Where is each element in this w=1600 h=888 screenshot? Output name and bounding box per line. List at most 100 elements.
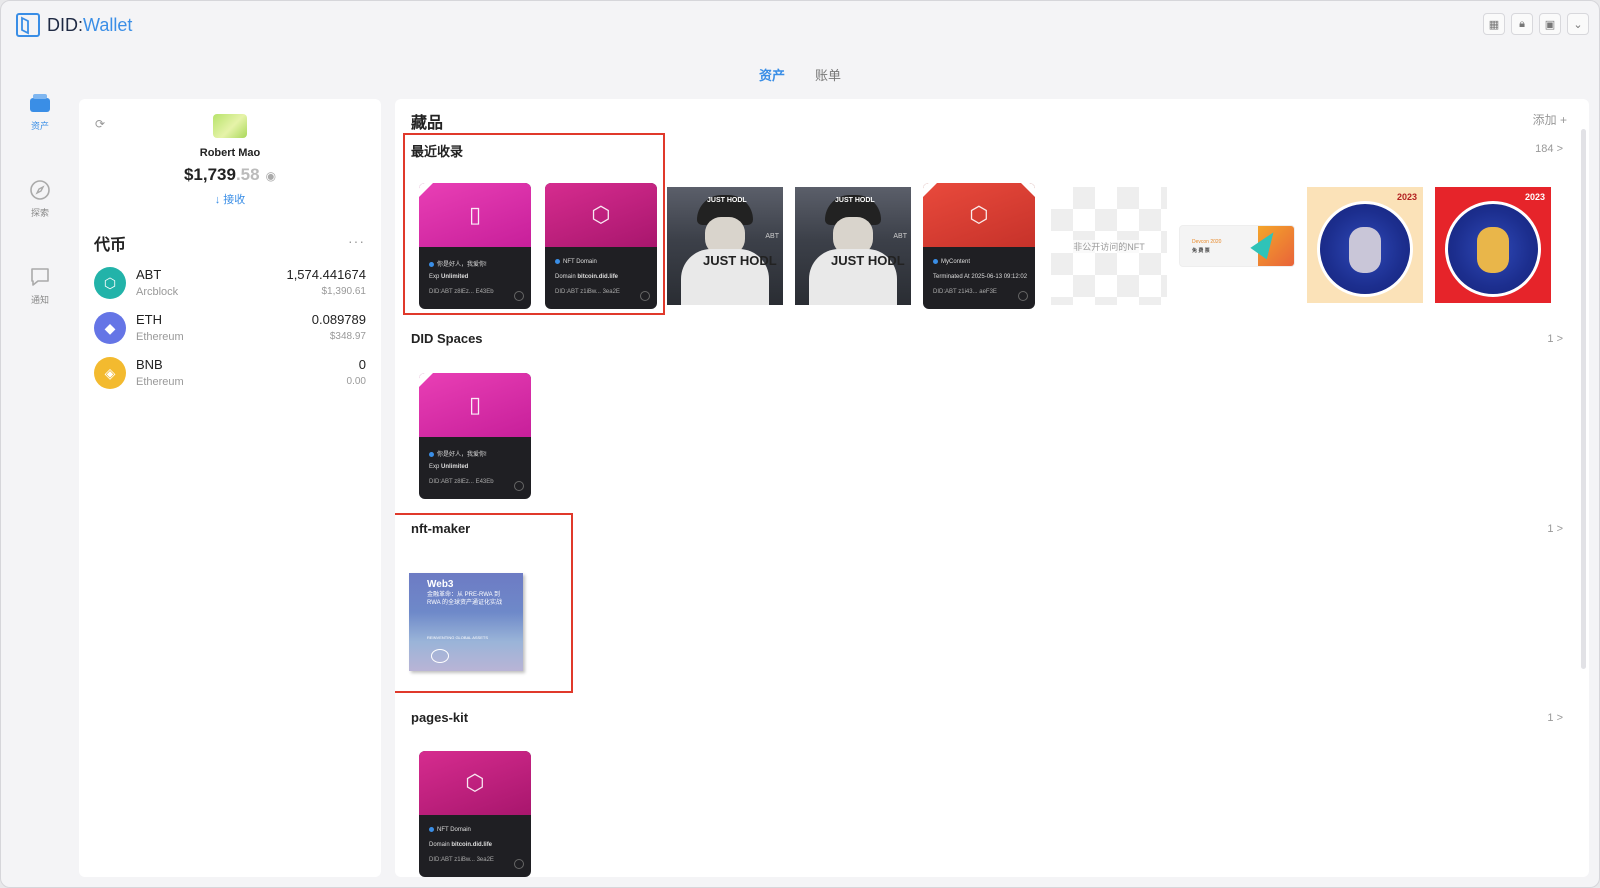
nft-card-domain[interactable]: ⬡ NFT Domain Domain bitcoin.did.life DID…	[419, 751, 531, 877]
compass-icon	[28, 178, 52, 202]
domain-hex-icon: ⬡	[465, 770, 485, 795]
window-controls: ▦ 🔒︎ ▣ ⌄	[1483, 13, 1589, 35]
nav-item-assets[interactable]: 资产	[19, 91, 61, 132]
nft-card-book[interactable]: Web3 金融革命：从 PRE-RWA 到 RWA 的全球资产通证化实战 REI…	[409, 573, 523, 671]
content-hex-icon: ⬡	[969, 202, 989, 227]
token-amount: 1,574.441674	[286, 267, 366, 282]
nft-card-content[interactable]: ⬡ MyContent Terminated At 2025-06-13 09:…	[923, 183, 1035, 309]
ape-tag: ABT	[765, 233, 779, 240]
token-row-bnb[interactable]: ◈ BNB Ethereum 0 0.00	[94, 355, 366, 395]
tab-assets[interactable]: 资产	[759, 63, 785, 86]
more-icon[interactable]: ···	[348, 233, 365, 249]
token-amount: 0	[358, 357, 366, 372]
card-value: bitcoin.did.life	[451, 842, 493, 848]
receive-label: 接收	[223, 194, 246, 206]
eth-logo-icon: ◆	[94, 312, 126, 344]
avatar[interactable]	[213, 114, 247, 138]
ape-tag: ABT	[893, 233, 907, 240]
tab-bills[interactable]: 账单	[815, 63, 841, 86]
app-logo[interactable]: DID:Wallet	[15, 12, 132, 38]
card-line-1: 你是好人，我爱你!	[429, 259, 487, 268]
card-corner	[923, 183, 937, 197]
token-chain: Ethereum	[136, 376, 184, 388]
section-count-recent[interactable]: 184 >	[1535, 143, 1563, 155]
token-symbol: BNB	[136, 357, 163, 372]
refresh-icon[interactable]: ⟳	[95, 117, 105, 131]
nav-item-notifications[interactable]: 通知	[19, 265, 61, 306]
nft-card-zodiac-2[interactable]: 2023	[1435, 187, 1551, 303]
did-space-icon: ▯	[468, 392, 482, 417]
token-symbol: ETH	[136, 312, 162, 327]
book-badge-icon	[431, 649, 449, 663]
nft-card-domain[interactable]: ⬡ NFT Domain Domain bitcoin.did.life DID…	[545, 183, 657, 309]
token-row-eth[interactable]: ◆ ETH Ethereum 0.089789 $348.97	[94, 310, 366, 350]
nft-card-did-space[interactable]: ▯ 你是好人，我爱你! Exp Unlimited DID:ABT z8lEz.…	[419, 183, 531, 309]
card-value: bitcoin.did.life	[577, 274, 619, 280]
token-usd-value: $1,390.61	[321, 286, 367, 297]
section-count-nft-maker[interactable]: 1 >	[1547, 523, 1563, 535]
ticket-type: 免 费 票	[1192, 248, 1210, 254]
message-icon	[28, 265, 52, 289]
section-count-did-spaces[interactable]: 1 >	[1547, 333, 1563, 345]
lock-icon[interactable]: 🔒︎	[1511, 13, 1533, 35]
nft-card-private[interactable]: 非公开访问的NFT	[1051, 187, 1167, 305]
section-title-pages-kit: pages-kit	[411, 710, 469, 725]
token-usd-value: 0.00	[346, 376, 366, 387]
balance-integer: $1,739	[183, 165, 236, 184]
card-line-2: Domain bitcoin.did.life	[555, 274, 618, 280]
grid-icon[interactable]: ▦	[1483, 13, 1505, 35]
card-did: DID:ABT z8lEz... E43Eb	[429, 479, 494, 485]
receive-button[interactable]: ↓ 接收	[79, 191, 381, 207]
section-count-pages-kit[interactable]: 1 >	[1547, 712, 1563, 724]
logo-suffix: Wallet	[83, 14, 133, 35]
dot-icon	[555, 259, 560, 264]
logo-prefix: DID:	[47, 14, 83, 35]
nav-item-explore[interactable]: 探索	[19, 178, 61, 219]
card-line-1: MyContent	[933, 259, 970, 265]
zodiac-animal	[1349, 227, 1381, 273]
abt-logo-icon: ⬡	[94, 267, 126, 299]
card-text: NFT Domain	[563, 259, 597, 266]
book-footer: REINVENTING GLOBAL ASSETS	[427, 635, 488, 640]
domain-hex-icon: ⬡	[591, 202, 611, 227]
card-value: Unlimited	[441, 464, 469, 470]
left-nav: 资产 探索 通知	[19, 91, 61, 352]
dot-icon	[429, 827, 434, 832]
dot-icon	[429, 261, 434, 267]
card-value: Unlimited	[441, 274, 469, 280]
ape-cap-text: JUST HODL	[835, 197, 875, 204]
card-did: DID:ABT z1iBw... 3ea2E	[429, 857, 494, 863]
nft-card-did-space[interactable]: ▯ 你是好人，我爱你! Exp Unlimited DID:ABT z8lEz.…	[419, 373, 531, 499]
scrollbar[interactable]	[1581, 129, 1586, 669]
nft-card-ticket[interactable]: Devcon 2020 免 费 票	[1179, 225, 1295, 267]
collectibles-title: 藏品	[411, 115, 444, 132]
add-collectible-button[interactable]: 添加 +	[1533, 111, 1567, 128]
chevron-down-icon[interactable]: ⌄	[1567, 13, 1589, 35]
card-corner	[419, 183, 433, 197]
section-title-did-spaces: DID Spaces	[411, 331, 483, 346]
nft-card-zodiac-1[interactable]: 2023	[1307, 187, 1423, 303]
book-title: Web3	[427, 579, 454, 590]
nft-card-ape-1[interactable]: JUST HODL JUST HODL ABT	[667, 187, 783, 305]
seal-icon	[514, 859, 524, 869]
card-line-2: Exp Unlimited	[429, 464, 468, 470]
arrow-down-icon: ↓	[214, 194, 224, 206]
token-row-abt[interactable]: ⬡ ABT Arcblock 1,574.441674 $1,390.61	[94, 265, 366, 305]
ticket-event: Devcon 2020	[1192, 239, 1222, 245]
total-balance: $1,739.58 ◉	[79, 165, 381, 185]
eye-icon[interactable]: ◉	[266, 169, 276, 183]
card-key: Domain	[555, 274, 576, 280]
profile-panel: ⟳ Robert Mao $1,739.58 ◉ ↓ 接收 代币 ··· ⬡ AB…	[79, 99, 381, 877]
card-line-1: NFT Domain	[555, 259, 597, 265]
panel-icon[interactable]: ▣	[1539, 13, 1561, 35]
card-line-2: Domain bitcoin.did.life	[429, 842, 492, 848]
nft-card-ape-2[interactable]: JUST HODL JUST HODL ABT	[795, 187, 911, 305]
did-space-icon: ▯	[468, 202, 482, 227]
balance-decimal: .58	[235, 165, 260, 184]
card-header: ▯	[419, 183, 531, 247]
app-title: DID:Wallet	[47, 15, 132, 36]
card-did: DID:ABT z8lEz... E43Eb	[429, 289, 494, 295]
card-text: NFT Domain	[437, 827, 471, 834]
card-header: ⬡	[419, 751, 531, 815]
tokens-title: 代币	[94, 237, 127, 254]
